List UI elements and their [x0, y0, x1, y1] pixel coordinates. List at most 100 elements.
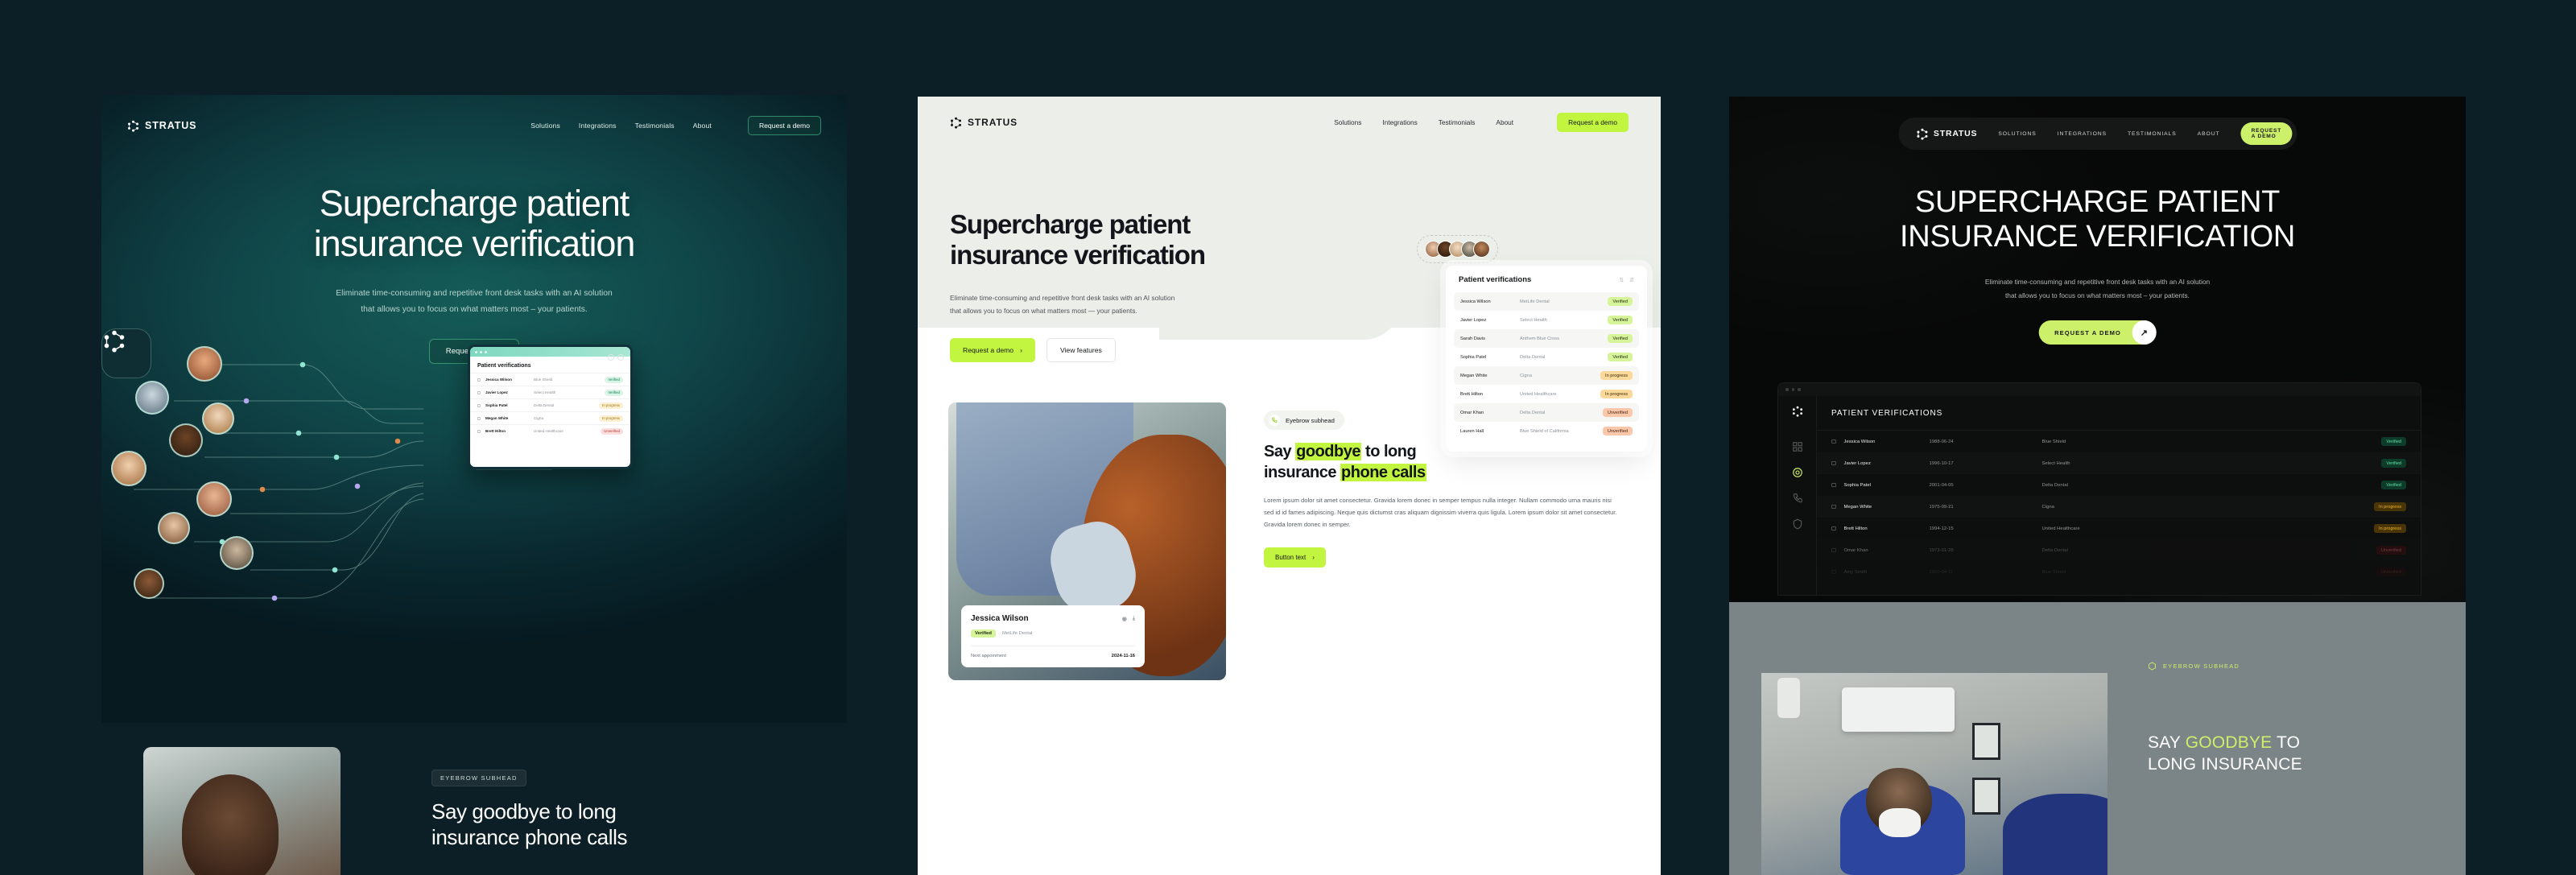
panel1-nav-testimonials[interactable]: Testimonials: [635, 122, 675, 130]
panel2-logo-text: STRATUS: [968, 117, 1018, 128]
table-row[interactable]: Brett Hilton 1994-12-15 United Healthcare I…: [1817, 518, 2421, 539]
panel2-hero-sub-line2: that allows you to focus on what matters…: [950, 306, 1137, 315]
row-insurer: Delta Dental: [1520, 410, 1546, 415]
row-checkbox[interactable]: [1831, 547, 1836, 553]
table-row[interactable]: Sophia Patel 2001-04-05 Delta Dental Verifi…: [1817, 474, 2421, 496]
status-badge: In progress: [1600, 390, 1633, 398]
panel3-logo[interactable]: STRATUS: [1916, 128, 1977, 140]
status-badge: In progress: [2374, 502, 2406, 511]
panel3-eyebrow-label: EYEBROW SUBHEAD: [2163, 662, 2240, 670]
panel3-section2-photo: [1761, 673, 2107, 875]
row-dob: 1996-10-17: [1929, 460, 1954, 466]
panel1-nav-about[interactable]: About: [693, 122, 712, 130]
row-checkbox[interactable]: [1831, 526, 1836, 531]
panel3-hero-cta-label: REQUEST A DEMO: [2054, 328, 2121, 336]
panel2-logo[interactable]: STRATUS: [950, 117, 1018, 129]
status-badge: Verified: [1608, 316, 1633, 324]
table-row[interactable]: Megan White Cigna In progress: [1454, 366, 1639, 385]
panel1-logo[interactable]: STRATUS: [127, 120, 196, 132]
row-checkbox[interactable]: [477, 390, 481, 394]
panel2-hero-title: Supercharge patient insurance verificati…: [950, 209, 1328, 270]
filter-icon[interactable]: [608, 354, 614, 361]
heading-text-1: Say: [1264, 443, 1296, 460]
panel2-hero-view-features-button[interactable]: View features: [1046, 338, 1116, 362]
row-checkbox[interactable]: [1831, 439, 1836, 444]
avatar-9: [134, 568, 164, 599]
table-row[interactable]: Amy Smith 2000-04-11 Blue Shield Unverified: [1817, 561, 2421, 583]
panel2-nav-about[interactable]: About: [1496, 118, 1513, 126]
heading-text-3: insurance: [1264, 464, 1341, 481]
table-row[interactable]: Sophia Patel Delta Dental In progress: [470, 398, 630, 411]
panel2-nav-testimonials[interactable]: Testimonials: [1439, 118, 1476, 126]
table-row[interactable]: Lauren Hall Blue Shield of California Unve…: [1454, 422, 1639, 440]
sort-icon[interactable]: ⇵: [1629, 277, 1634, 283]
panel1-hero-sub-line1: Eliminate time-consuming and repetitive …: [336, 288, 613, 298]
filter-icon[interactable]: ⇅: [1619, 277, 1624, 283]
panel3-hero-title-line1: SUPERCHARGE PATIENT: [1914, 185, 2281, 219]
panel3-nav-request-demo-button[interactable]: REQUEST A DEMO: [2240, 122, 2293, 145]
download-icon[interactable]: ⤓: [1133, 616, 1135, 622]
row-name: Megan White: [1460, 373, 1488, 378]
sidebar-item-dashboard[interactable]: [1792, 441, 1803, 452]
row-checkbox[interactable]: [1831, 482, 1836, 488]
sort-icon[interactable]: [617, 354, 624, 361]
table-row[interactable]: Jessica Wilson 1988-06-24 Blue Shield Verif…: [1817, 431, 2421, 452]
table-row[interactable]: Brett Hilton United Healthcare In progress: [1454, 385, 1639, 403]
panel2-hero-request-demo-button[interactable]: Request a demo ›: [950, 338, 1035, 362]
row-insurer: United Healthcare: [534, 429, 564, 433]
row-insurer: Delta Dental: [534, 403, 555, 407]
panel3-nav-about[interactable]: ABOUT: [2198, 131, 2220, 137]
panel1-hero-title-line1: Supercharge patient: [319, 183, 630, 224]
panel3-window-rows: Jessica Wilson 1988-06-24 Blue Shield Verif…: [1817, 431, 2421, 583]
panel1-nav-integrations[interactable]: Integrations: [579, 122, 617, 130]
table-row[interactable]: Sophia Patel Delta Dental Verified: [1454, 348, 1639, 366]
chevron-right-icon: ›: [1312, 553, 1315, 561]
row-checkbox[interactable]: [477, 429, 481, 433]
table-row[interactable]: Omar Khan Delta Dental Unverified: [1454, 403, 1639, 422]
row-checkbox[interactable]: [1831, 504, 1836, 510]
row-checkbox[interactable]: [477, 378, 481, 382]
row-insurer: Blue Shield: [2041, 569, 2066, 575]
panel2-avatar-group: [1417, 235, 1498, 263]
row-insurer: Cigna: [1520, 373, 1532, 378]
design-variant-panel-1: STRATUS Solutions Integrations Testimoni…: [101, 95, 847, 723]
panel3-nav-testimonials[interactable]: TESTIMONIALS: [2128, 131, 2177, 137]
table-row[interactable]: Javier Lopez Select Health Verified: [470, 386, 630, 398]
panel3-nav-solutions[interactable]: SOLUTIONS: [1998, 131, 2036, 137]
status-badge: Verified: [605, 376, 623, 383]
sidebar-item-calls[interactable]: [1792, 493, 1803, 504]
row-insurer: United Healthcare: [1520, 391, 1557, 397]
row-checkbox[interactable]: [477, 416, 481, 420]
table-row[interactable]: Omar Khan 1973-01-28 Delta Dental Unverifie…: [1817, 539, 2421, 561]
panel1-nav-request-demo-button[interactable]: Request a demo: [747, 116, 821, 135]
panel2-section2-button[interactable]: Button text ›: [1264, 547, 1326, 568]
row-name: Brett Hilton: [1460, 391, 1484, 397]
row-insurer: Cigna: [2041, 504, 2054, 510]
panel2-nav-solutions[interactable]: Solutions: [1334, 118, 1361, 126]
row-insurer: Delta Dental: [2041, 482, 2068, 488]
table-row[interactable]: Sarah Davis Anthem Blue Cross Verified: [1454, 329, 1639, 348]
panel3-nav-integrations[interactable]: INTEGRATIONS: [2058, 131, 2107, 137]
panel3-hero-sub-line1: Eliminate time-consuming and repetitive …: [1984, 278, 2211, 286]
table-row[interactable]: Jessica Wilson MetLife Dental Verified: [1454, 292, 1639, 311]
table-row[interactable]: Brett Hilton United Healthcare Unverified: [470, 424, 630, 437]
eye-icon[interactable]: ◉: [1122, 616, 1127, 622]
table-row[interactable]: Javier Lopez Select Health Verified: [1454, 311, 1639, 329]
photo-ac-unit: [1842, 687, 1955, 732]
row-checkbox[interactable]: [1831, 460, 1836, 466]
panel1-nav-solutions[interactable]: Solutions: [530, 122, 560, 130]
row-name: Omar Khan: [1843, 547, 1868, 553]
table-row[interactable]: Megan White Cigna In progress: [470, 411, 630, 424]
sidebar-item-security[interactable]: [1792, 518, 1803, 530]
row-checkbox[interactable]: [1831, 569, 1836, 575]
sidebar-item-settings[interactable]: [1792, 467, 1803, 478]
panel2-nav-integrations[interactable]: Integrations: [1382, 118, 1417, 126]
table-row[interactable]: Megan White 1975-09-21 Cigna In progress: [1817, 496, 2421, 518]
table-row[interactable]: Jessica Wilson Blue Shield Verified: [470, 373, 630, 386]
row-insurer: Delta Dental: [2041, 547, 2068, 553]
panel1-section2: EYEBROW SUBHEAD Say goodbye to long insu…: [101, 729, 847, 875]
panel3-hero-request-demo-button[interactable]: REQUEST A DEMO ↗: [2038, 320, 2157, 345]
row-checkbox[interactable]: [477, 403, 481, 407]
table-row[interactable]: Javier Lopez 1996-10-17 Select Health Verif…: [1817, 452, 2421, 474]
panel2-nav-request-demo-button[interactable]: Request a demo: [1557, 113, 1629, 132]
